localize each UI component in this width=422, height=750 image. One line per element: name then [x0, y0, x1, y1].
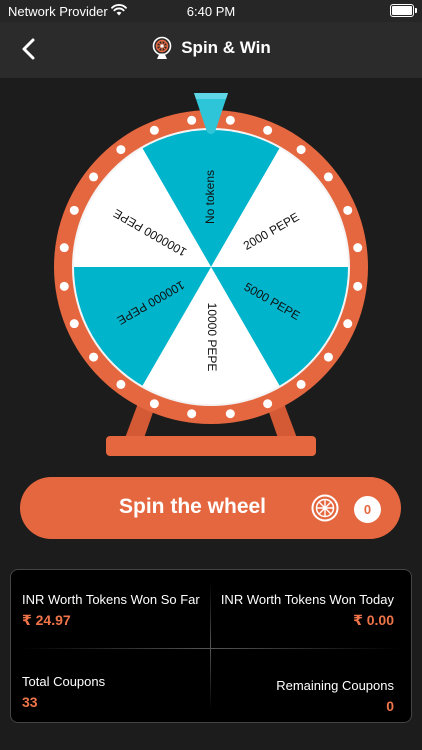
- spin-the-wheel-button[interactable]: Spin the wheel: [20, 477, 401, 539]
- rim-light: [59, 243, 69, 253]
- rim-light: [323, 172, 333, 182]
- inr-won-today-value: ₹ 0.00: [353, 612, 394, 628]
- total-coupons-label: Total Coupons: [22, 674, 106, 689]
- spin-count-badge: 0: [354, 496, 381, 523]
- nav-title-group: Spin & Win: [0, 36, 422, 65]
- page-title: Spin & Win: [181, 38, 271, 57]
- rim-light: [263, 125, 273, 135]
- segment-label: 10000 PEPE: [205, 303, 219, 372]
- stats-panel: INR Worth Tokens Won So Far ₹ 24.97 INR …: [10, 569, 412, 723]
- rim-light: [59, 281, 69, 291]
- clock-time: 6:40 PM: [186, 4, 236, 19]
- prize-wheel[interactable]: No tokens 2000 PEPE 5000 PEPE 10000 PEPE…: [0, 78, 422, 468]
- rim-light: [187, 409, 197, 419]
- prize-wheel-area: No tokens 2000 PEPE 5000 PEPE 10000 PEPE…: [0, 78, 422, 468]
- rim-light: [225, 115, 235, 125]
- inr-won-so-far-label: INR Worth Tokens Won So Far: [22, 592, 200, 607]
- rim-light: [116, 145, 126, 155]
- rim-light: [323, 352, 333, 362]
- rim-light: [343, 205, 353, 215]
- battery-icon: [390, 4, 417, 17]
- rim-light: [69, 319, 79, 329]
- remaining-coupons-label: Remaining Coupons: [276, 678, 394, 693]
- rim-light: [353, 243, 363, 253]
- segment-label: No tokens: [203, 170, 217, 224]
- rim-light: [225, 409, 235, 419]
- wheel-icon: [311, 494, 339, 522]
- rim-light: [149, 399, 159, 409]
- prize-wheel-icon: [152, 36, 172, 59]
- rim-light: [116, 379, 126, 389]
- nav-bar: Spin & Win: [0, 22, 422, 78]
- stats-divider-horizontal: [21, 648, 401, 649]
- inr-won-today-label: INR Worth Tokens Won Today: [220, 592, 394, 607]
- rim-light: [89, 352, 99, 362]
- rim-light: [296, 145, 306, 155]
- rim-light: [89, 172, 99, 182]
- stats-divider-vertical: [210, 582, 211, 710]
- rim-light: [187, 115, 197, 125]
- spin-button-label: Spin the wheel: [119, 495, 267, 518]
- rim-light: [343, 319, 353, 329]
- remaining-coupons-value: 0: [386, 698, 394, 714]
- rim-light: [149, 125, 159, 135]
- rim-light: [263, 399, 273, 409]
- inr-won-so-far-value: ₹ 24.97: [22, 612, 71, 628]
- rim-light: [353, 281, 363, 291]
- rim-light: [69, 205, 79, 215]
- total-coupons-value: 33: [22, 694, 38, 710]
- status-bar: Network Provider 6:40 PM: [0, 0, 422, 22]
- rim-light: [296, 379, 306, 389]
- wheel-pointer-highlight: [194, 93, 228, 99]
